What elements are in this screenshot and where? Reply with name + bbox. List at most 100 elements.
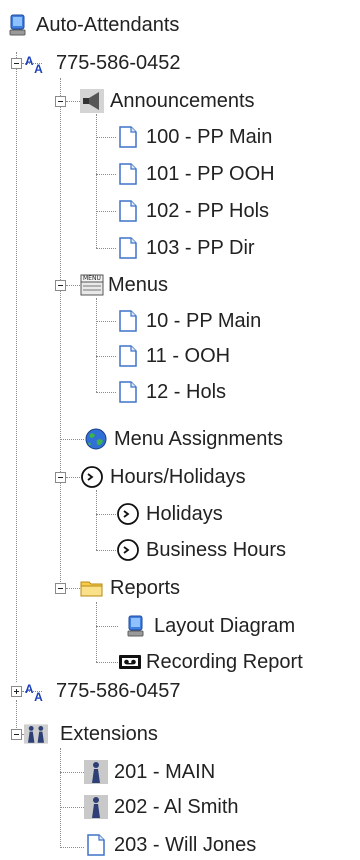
tree-line (96, 298, 97, 392)
menu-icon-text: MENU (83, 275, 101, 282)
node-label: 102 - PP Hols (146, 200, 270, 222)
tree-node-attendant[interactable]: AA 775-586-0457 (24, 676, 181, 706)
menu-icon: MENU (80, 273, 104, 297)
tree-line (96, 248, 116, 249)
tree-node-holidays[interactable]: Holidays (116, 499, 223, 529)
people-icon (24, 722, 54, 746)
tree-node-menu[interactable]: 12 - Hols (116, 377, 226, 407)
tree-node-menu-assignments[interactable]: Menu Assignments (84, 424, 283, 454)
tree-node-menus[interactable]: MENU Menus (80, 270, 168, 300)
tree-node-attendant[interactable]: AA 775-586-0452 (24, 48, 181, 78)
tree-node-recording-report[interactable]: Recording Report (118, 647, 303, 677)
document-icon (116, 309, 140, 333)
node-label: 12 - Hols (146, 381, 227, 403)
node-label: 201 - MAIN (114, 761, 216, 783)
tree-line (96, 356, 116, 357)
collapse-toggle[interactable] (55, 583, 66, 594)
tree-line (96, 662, 118, 663)
tree-line (96, 490, 97, 550)
node-label: Layout Diagram (154, 615, 296, 637)
tree-node-menu[interactable]: 11 - OOH (116, 341, 230, 371)
tree-line (66, 477, 80, 478)
svg-text:A: A (25, 54, 34, 68)
tree-line (66, 285, 80, 286)
folder-icon (80, 576, 104, 600)
node-label: Business Hours (146, 539, 287, 561)
tree-node-extension[interactable]: 202 - Al Smith (84, 792, 239, 822)
tree-line (60, 772, 84, 773)
tree-line (60, 847, 84, 848)
tree-line (96, 321, 116, 322)
tree-line (96, 550, 116, 551)
svg-text:A: A (34, 62, 43, 75)
tree-node-announcements[interactable]: Announcements (80, 86, 255, 116)
node-label: 775-586-0457 (56, 680, 181, 702)
node-label: 775-586-0452 (56, 52, 181, 74)
tree-node-extensions[interactable]: Extensions (24, 719, 158, 749)
document-icon (116, 199, 140, 223)
svg-text:A: A (25, 682, 34, 696)
node-label: Extensions (60, 723, 158, 745)
person-icon (84, 795, 108, 819)
collapse-toggle[interactable] (11, 729, 22, 740)
tree-node-extension[interactable]: 203 - Will Jones (84, 830, 256, 860)
tree-view: Auto-Attendants AA 775-586-0452 Announce… (0, 0, 360, 859)
tree-node-announcement[interactable]: 103 - PP Dir (116, 233, 255, 263)
tree-node-business-hours[interactable]: Business Hours (116, 535, 286, 565)
tree-node-announcement[interactable]: 100 - PP Main (116, 122, 272, 152)
tree-line (96, 174, 116, 175)
person-icon (84, 760, 108, 784)
tree-line (96, 626, 118, 627)
tree-node-layout-diagram[interactable]: Layout Diagram (124, 611, 295, 641)
tree-line (60, 78, 61, 588)
node-label: 101 - PP OOH (146, 163, 275, 185)
tree-line (60, 807, 84, 808)
tree-line (16, 52, 17, 682)
node-label: Holidays (146, 503, 223, 525)
tree-line (96, 392, 116, 393)
document-icon (116, 380, 140, 404)
node-label: 10 - PP Main (146, 310, 262, 332)
clock-icon (80, 465, 104, 489)
attendant-aa-icon: AA (24, 679, 50, 703)
tree-node-menu[interactable]: 10 - PP Main (116, 306, 261, 336)
tree-line (96, 114, 97, 248)
tree-node-announcement[interactable]: 101 - PP OOH (116, 159, 275, 189)
node-label: 103 - PP Dir (146, 237, 255, 259)
tree-node-auto-attendants[interactable]: Auto-Attendants (6, 10, 179, 40)
announcement-speaker-icon (80, 89, 104, 113)
collapse-toggle[interactable] (55, 472, 66, 483)
tree-line (96, 211, 116, 212)
node-label: Announcements (110, 90, 255, 112)
tree-node-hours-holidays[interactable]: Hours/Holidays (80, 462, 246, 492)
tree-line (60, 748, 61, 848)
node-label: Recording Report (146, 651, 303, 673)
document-icon (116, 344, 140, 368)
computer-globe-icon (124, 614, 148, 638)
collapse-toggle[interactable] (55, 96, 66, 107)
collapse-toggle[interactable] (11, 58, 22, 69)
tree-line (60, 439, 84, 440)
node-label: Hours/Holidays (110, 466, 246, 488)
clock-icon (116, 538, 140, 562)
document-icon (84, 833, 108, 857)
expand-toggle[interactable] (11, 686, 22, 697)
node-label: Menu Assignments (114, 428, 283, 450)
document-icon (116, 236, 140, 260)
tree-line (66, 101, 80, 102)
tree-node-reports[interactable]: Reports (80, 573, 180, 603)
node-label: 100 - PP Main (146, 126, 273, 148)
node-label: 203 - Will Jones (114, 834, 257, 856)
node-label: Reports (110, 577, 181, 599)
document-icon (116, 162, 140, 186)
tree-line (96, 602, 97, 662)
node-label: 202 - Al Smith (114, 796, 239, 818)
tree-node-extension[interactable]: 201 - MAIN (84, 757, 215, 787)
tree-line (96, 514, 116, 515)
tree-line (96, 137, 116, 138)
tape-recorder-icon (118, 650, 142, 674)
computer-globe-icon (6, 13, 30, 37)
collapse-toggle[interactable] (55, 280, 66, 291)
attendant-aa-icon: AA (24, 51, 50, 75)
tree-node-announcement[interactable]: 102 - PP Hols (116, 196, 269, 226)
